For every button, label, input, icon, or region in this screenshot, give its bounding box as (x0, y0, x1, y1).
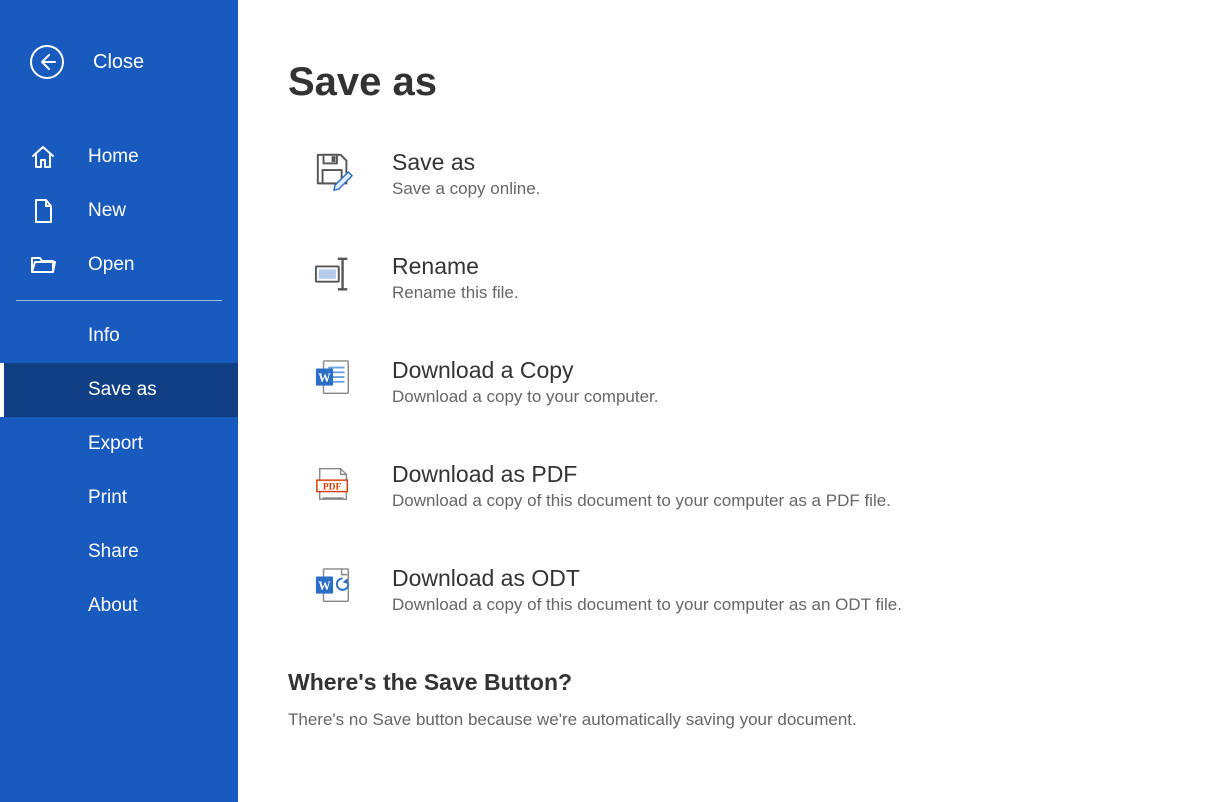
option-desc: Download a copy of this document to your… (392, 595, 1163, 615)
sidebar-item-share[interactable]: Share (0, 525, 238, 579)
sidebar-item-label: About (88, 595, 138, 617)
sidebar-item-home[interactable]: Home (0, 130, 238, 184)
sidebar-item-about[interactable]: About (0, 579, 238, 633)
footer-text: There's no Save button because we're aut… (288, 710, 1163, 730)
option-title: Rename (392, 253, 1163, 280)
pdf-icon (312, 461, 356, 505)
option-title: Save as (392, 149, 1163, 176)
option-rename[interactable]: Rename Rename this file. (288, 253, 1163, 303)
disk-pencil-icon (312, 149, 356, 193)
option-download-odt[interactable]: Download as ODT Download a copy of this … (288, 565, 1163, 615)
folder-open-icon (30, 252, 56, 278)
sidebar-item-export[interactable]: Export (0, 417, 238, 471)
sidebar-item-save-as[interactable]: Save as (0, 363, 238, 417)
sidebar-item-print[interactable]: Print (0, 471, 238, 525)
option-save-as[interactable]: Save as Save a copy online. (288, 149, 1163, 199)
option-download-pdf[interactable]: Download as PDF Download a copy of this … (288, 461, 1163, 511)
sidebar-item-label: Info (88, 325, 120, 347)
sidebar-item-label: Print (88, 487, 127, 509)
option-desc: Download a copy to your computer. (392, 387, 1163, 407)
sidebar-item-label: Open (88, 254, 134, 276)
sidebar-item-new[interactable]: New (0, 184, 238, 238)
sidebar-item-label: Export (88, 433, 143, 455)
option-desc: Rename this file. (392, 283, 1163, 303)
option-desc: Download a copy of this document to your… (392, 491, 1163, 511)
page-title: Save as (288, 60, 1163, 105)
option-title: Download as ODT (392, 565, 1163, 592)
sidebar-item-open[interactable]: Open (0, 238, 238, 292)
sidebar-item-label: Save as (88, 379, 157, 401)
home-icon (30, 144, 56, 170)
sidebar-item-label: Home (88, 146, 139, 168)
sidebar-item-label: New (88, 200, 126, 222)
backstage-main: Save as Save as Save a copy online. Rena… (238, 0, 1213, 802)
sidebar-item-info[interactable]: Info (0, 309, 238, 363)
close-label: Close (93, 51, 144, 74)
footer-title: Where's the Save Button? (288, 669, 1163, 696)
document-icon (30, 198, 56, 224)
option-title: Download as PDF (392, 461, 1163, 488)
close-button[interactable]: Close (0, 38, 238, 86)
back-arrow-icon (30, 45, 64, 79)
option-title: Download a Copy (392, 357, 1163, 384)
word-doc-icon (312, 357, 356, 401)
sidebar-item-label: Share (88, 541, 139, 563)
rename-icon (312, 253, 356, 297)
backstage-sidebar: Close Home New Open Info Save as Export … (0, 0, 238, 802)
footer-info: Where's the Save Button? There's no Save… (288, 669, 1163, 730)
option-download-copy[interactable]: Download a Copy Download a copy to your … (288, 357, 1163, 407)
option-desc: Save a copy online. (392, 179, 1163, 199)
sidebar-separator (16, 300, 222, 301)
word-convert-icon (312, 565, 356, 609)
